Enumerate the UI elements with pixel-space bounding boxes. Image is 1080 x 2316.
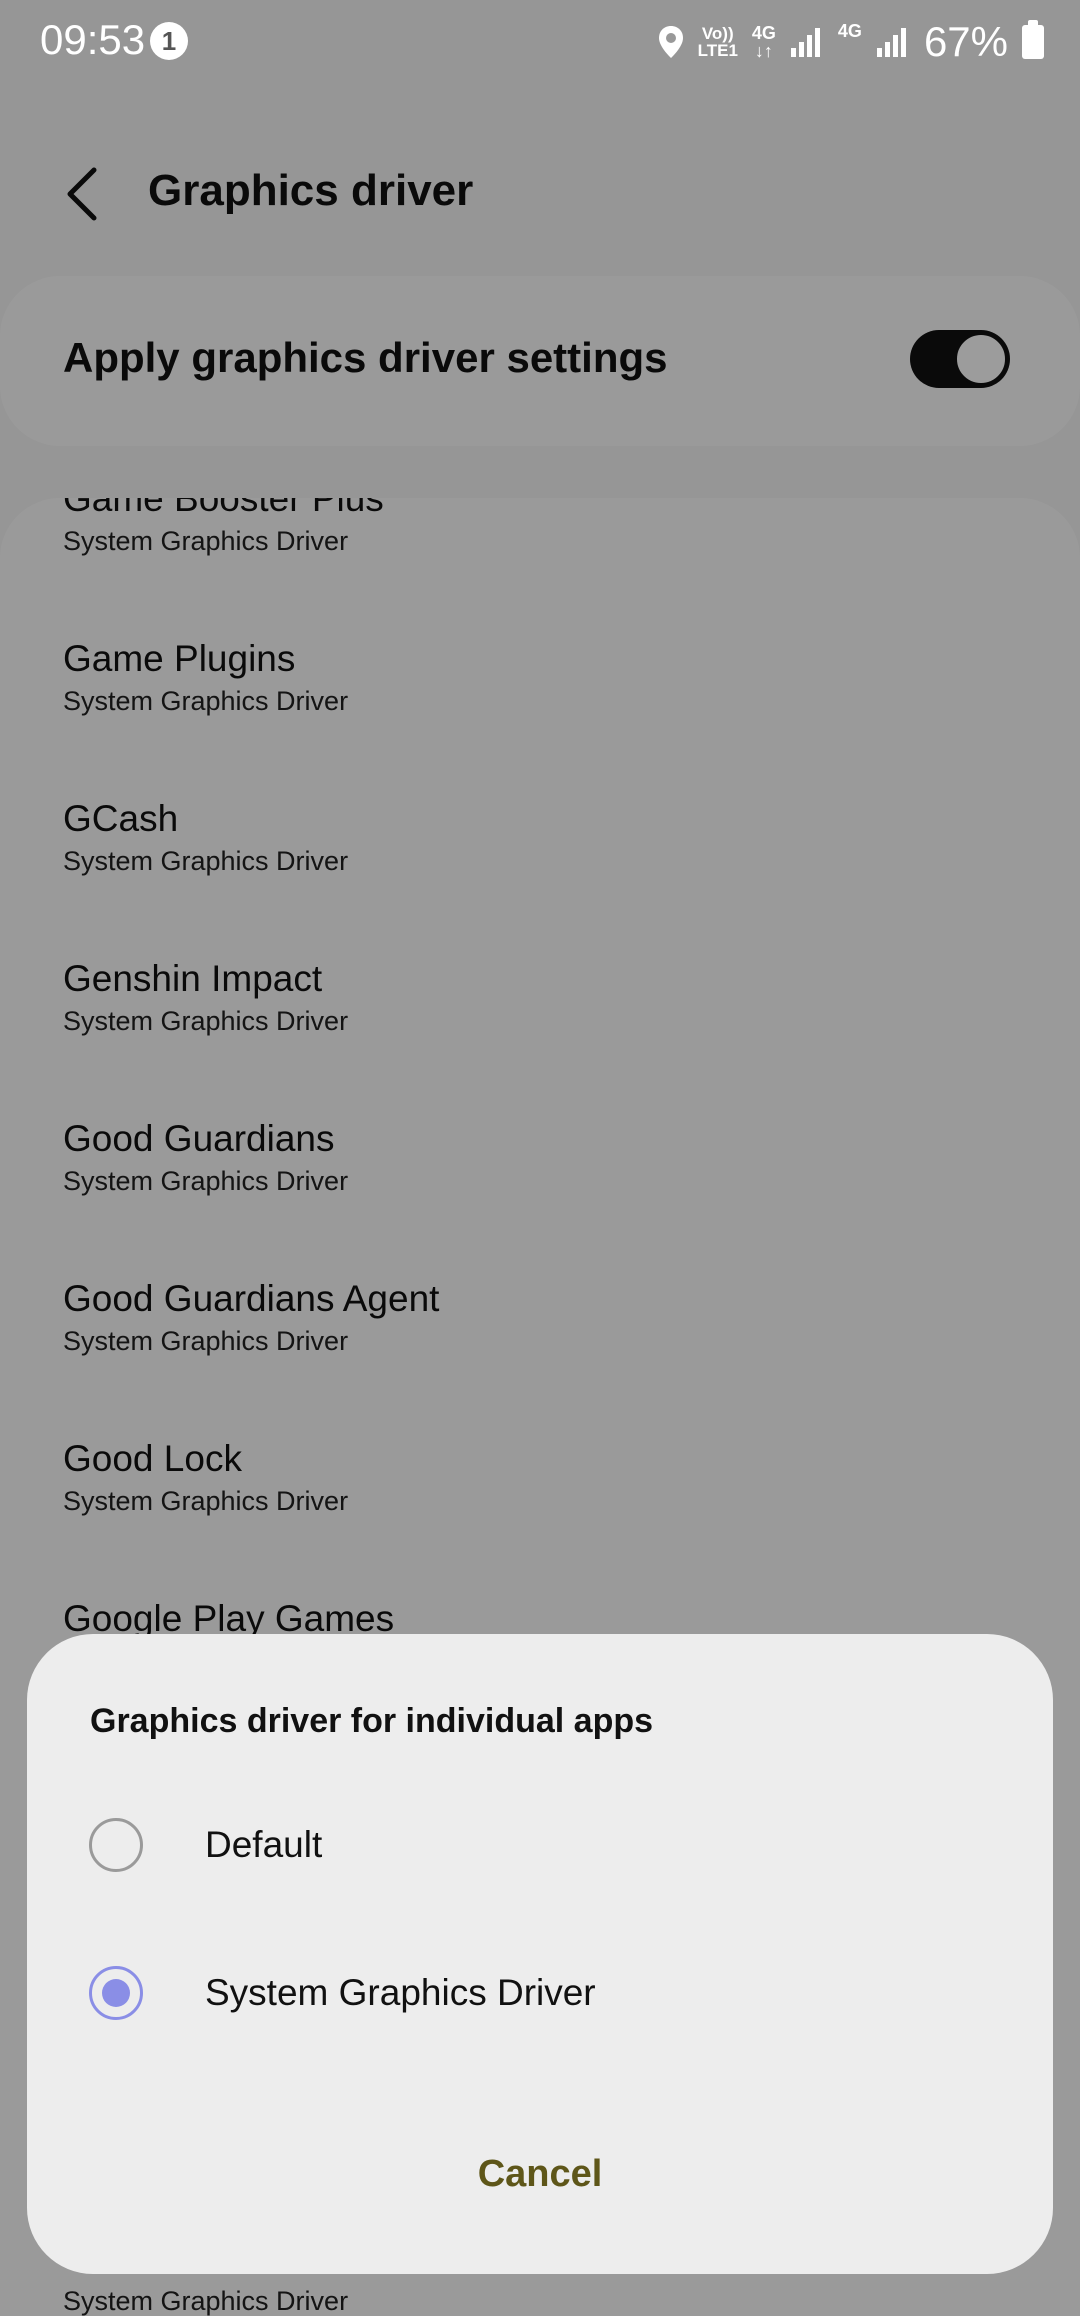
status-bar: 09:53 1 Vo)) LTE1 4G ↓↑ 4G 67% bbox=[0, 0, 1080, 84]
radio-button-selected[interactable] bbox=[89, 1966, 143, 2020]
volte-line1: Vo)) bbox=[701, 24, 734, 43]
volte-line2: LTE1 bbox=[697, 41, 738, 60]
option-label: Default bbox=[205, 1824, 323, 1865]
option-label: System Graphics Driver bbox=[205, 1972, 596, 2013]
status-time: 09:53 bbox=[40, 16, 146, 63]
dialog-title: Graphics driver for individual apps bbox=[90, 1702, 654, 1740]
notification-count-badge: 1 bbox=[150, 22, 188, 60]
network-type-label: 4G bbox=[751, 23, 776, 43]
screen: Graphics driver Apply graphics driver se… bbox=[0, 0, 1080, 2316]
network-type-label: 4G bbox=[837, 21, 862, 41]
option-system-graphics-driver[interactable]: System Graphics Driver bbox=[27, 1934, 1053, 2054]
network-type-icon: 4G ↓↑ bbox=[752, 24, 776, 60]
network-type-icon-2: 4G bbox=[838, 22, 862, 40]
battery-icon bbox=[1022, 20, 1044, 59]
cancel-button[interactable]: Cancel bbox=[27, 2134, 1053, 2214]
battery-percentage: 67% bbox=[923, 18, 1008, 65]
option-default[interactable]: Default bbox=[27, 1786, 1053, 1906]
location-icon bbox=[658, 26, 683, 58]
radio-button[interactable] bbox=[89, 1818, 143, 1872]
signal-strength-icon-2 bbox=[876, 28, 906, 57]
status-icons: Vo)) LTE1 4G ↓↑ 4G 67% bbox=[658, 16, 1044, 68]
volte-icon: Vo)) LTE1 bbox=[698, 25, 738, 59]
signal-strength-icon bbox=[790, 28, 820, 57]
data-arrows-icon: ↓↑ bbox=[754, 41, 773, 61]
driver-select-dialog: Graphics driver for individual apps Defa… bbox=[27, 1634, 1053, 2274]
